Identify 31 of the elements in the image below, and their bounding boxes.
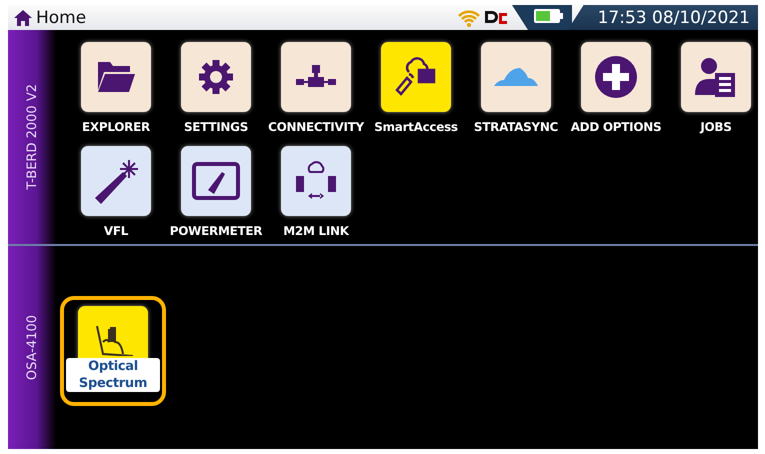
app-tile[interactable]: Optical Spectrum xyxy=(60,296,166,406)
app-tile[interactable]: EXPLORER xyxy=(66,42,166,134)
gauge-icon xyxy=(192,162,240,200)
tile-label: Optical Spectrum xyxy=(66,358,160,392)
app-tile[interactable]: SETTINGS xyxy=(166,42,266,134)
section-label: T-BERD 2000 V2 xyxy=(24,84,40,190)
laser-pointer-icon xyxy=(93,158,139,204)
screen-title: Home xyxy=(36,8,86,28)
app-tile[interactable]: VFL xyxy=(66,146,166,238)
app-tile[interactable]: CONNECTIVITY xyxy=(266,42,366,134)
cloud-icon xyxy=(494,66,538,88)
cloud-link-icon xyxy=(294,160,338,202)
app-tile[interactable]: ADD OPTIONS xyxy=(566,42,666,134)
app-tile[interactable]: SmartAccess xyxy=(366,42,466,134)
person-list-icon xyxy=(695,57,737,97)
app-tile[interactable]: STRATASYNC xyxy=(466,42,566,134)
folder-icon xyxy=(96,60,136,94)
home-icon xyxy=(14,10,32,26)
battery-icon xyxy=(512,5,572,30)
add-icon xyxy=(594,55,638,99)
remote-cloud-icon xyxy=(395,56,437,98)
section-label: OSA-4100 xyxy=(24,314,40,380)
app-tile[interactable]: M2M LINK xyxy=(266,146,366,238)
network-icon xyxy=(296,65,336,89)
spectrum-icon xyxy=(93,326,133,356)
settings-icon xyxy=(197,58,235,96)
app-tile[interactable]: JOBS xyxy=(666,42,765,134)
clock: 17:53 08/10/2021 xyxy=(568,5,758,30)
wifi-icon xyxy=(458,8,480,26)
connection-logo-icon xyxy=(484,8,508,26)
app-tile[interactable]: POWERMETER xyxy=(166,146,266,238)
